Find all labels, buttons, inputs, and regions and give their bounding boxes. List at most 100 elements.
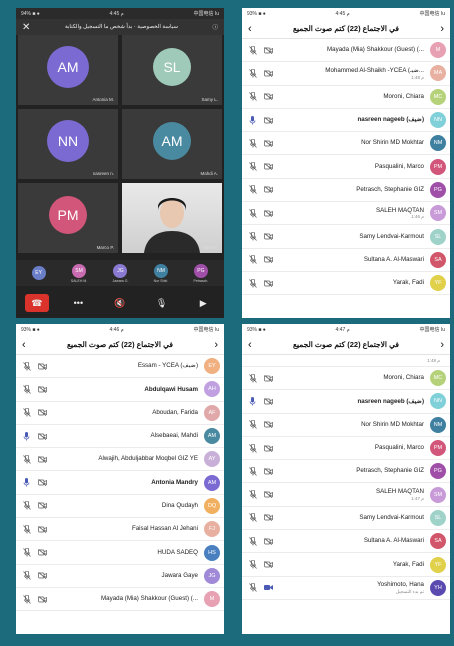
chevron-left-icon[interactable]: ‹	[22, 339, 26, 351]
video-off-icon[interactable]	[38, 409, 47, 417]
participant-row[interactable]: Essam - YCEA (ضيف) EY	[16, 355, 224, 379]
mic-muted-icon[interactable]	[22, 361, 31, 371]
mic-muted-icon[interactable]	[248, 185, 257, 195]
mic-muted-icon[interactable]	[22, 384, 31, 394]
video-icon[interactable]	[264, 584, 273, 591]
speaker-icon[interactable]: 🔇	[108, 294, 132, 312]
video-off-icon[interactable]	[264, 374, 273, 382]
mic-icon[interactable]	[22, 431, 31, 441]
mic-muted-icon[interactable]	[248, 536, 257, 546]
participant-row[interactable]: Moroni, Chiara MC	[242, 367, 450, 391]
participant-row[interactable]: Aboudan, Farida AF	[16, 402, 224, 425]
mic-muted-icon[interactable]	[248, 373, 257, 383]
participant-row[interactable]: nasreen nageeb (ضيف) NN	[242, 109, 450, 133]
participant-row[interactable]: SALEH MAQTAN 1:46 م SM	[242, 202, 450, 226]
participant-row[interactable]: Jawara Gaye JG	[16, 565, 224, 588]
video-off-icon[interactable]	[264, 93, 273, 101]
participant-row[interactable]: Nor Shirin MD Mokhtar NM	[242, 132, 450, 156]
mic-muted-icon[interactable]	[248, 278, 257, 288]
participant-row[interactable]: Yarak, Fadi YF	[242, 272, 450, 296]
mic-muted-icon[interactable]	[248, 162, 257, 171]
mic-muted-icon[interactable]	[248, 443, 257, 453]
participant-row[interactable]: Abdulqawi Husam AH	[16, 378, 224, 402]
video-off-icon[interactable]	[38, 362, 47, 370]
video-off-icon[interactable]	[264, 421, 273, 429]
strip-participant[interactable]: NM Nor Shiri.	[154, 263, 168, 283]
strip-participant[interactable]: SM SALEH M.	[71, 263, 87, 283]
video-off-icon[interactable]	[264, 397, 273, 405]
participant-row[interactable]: Petrasch, Stephanie GIZ PG	[242, 460, 450, 484]
mic-muted-icon[interactable]	[248, 208, 257, 218]
participant-row[interactable]: Pasqualini, Marco PM	[242, 437, 450, 461]
video-off-icon[interactable]	[264, 139, 273, 147]
chevron-right-icon[interactable]: ›	[440, 339, 444, 351]
video-off-icon[interactable]	[38, 525, 47, 533]
participants-title[interactable]: في الاجتماع (22) كتم صوت الجميع	[293, 340, 399, 349]
video-off-icon[interactable]	[264, 444, 273, 452]
participant-row[interactable]: Mayada (Mia) Shakkour (Guest) (... M	[242, 39, 450, 63]
participant-row[interactable]: SALEH MAQTAN 1:47 م SM	[242, 483, 450, 507]
mic-muted-icon[interactable]	[248, 68, 257, 78]
participants-title[interactable]: في الاجتماع (22) كتم صوت الجميع	[67, 340, 173, 349]
end-call-icon[interactable]: ☎	[24, 294, 49, 312]
video-off-icon[interactable]	[264, 514, 273, 522]
mic-muted-icon[interactable]	[22, 501, 31, 511]
video-off-icon[interactable]	[38, 572, 47, 580]
mic-muted-icon[interactable]	[22, 548, 31, 557]
video-off-icon[interactable]	[38, 385, 47, 393]
video-off-icon[interactable]	[264, 491, 273, 499]
chevron-left-icon[interactable]: ‹	[248, 23, 252, 35]
mic-muted-icon[interactable]	[248, 255, 257, 265]
mic-icon[interactable]	[22, 478, 31, 487]
video-off-icon[interactable]	[264, 163, 273, 171]
video-tile[interactable]: SL Samy L.	[122, 35, 222, 105]
mic-muted-icon[interactable]	[22, 408, 31, 417]
video-off-icon[interactable]	[38, 479, 47, 487]
video-off-icon[interactable]	[264, 209, 273, 217]
mic-muted-icon[interactable]	[22, 571, 31, 581]
video-off-icon[interactable]	[38, 455, 47, 463]
video-icon[interactable]: ▶	[191, 294, 215, 312]
strip-participant[interactable]: PG Petrasch.	[194, 263, 208, 283]
participant-row[interactable]: Moroni, Chiara MC	[242, 86, 450, 109]
video-off-icon[interactable]	[264, 537, 273, 545]
close-icon[interactable]: ✕	[22, 22, 30, 33]
video-off-icon[interactable]	[38, 549, 47, 556]
participant-row[interactable]: Samy Lendvai-Karmout SL	[242, 507, 450, 531]
participant-row[interactable]: Samy Lendvai-Karmout SL	[242, 225, 450, 249]
mic-muted-icon[interactable]	[248, 513, 257, 523]
video-off-icon[interactable]	[264, 186, 273, 194]
mic-muted-icon[interactable]	[248, 138, 257, 148]
video-off-icon[interactable]	[264, 279, 273, 287]
participant-row[interactable]: Antonia Mandry AM	[16, 471, 224, 495]
chevron-right-icon[interactable]: ›	[214, 339, 218, 351]
participant-row[interactable]: HUDA SADEQ HS	[16, 541, 224, 565]
strip-participant[interactable]: EY	[31, 265, 46, 281]
banner-text[interactable]: سياسة الخصوصية · بدأ شخص ما التسجيل والك…	[65, 24, 178, 30]
more-icon[interactable]: •••	[66, 294, 90, 312]
strip-participant[interactable]: JG Jawara G.	[112, 263, 128, 283]
mic-muted-icon[interactable]	[248, 45, 257, 55]
video-off-icon[interactable]	[38, 595, 47, 603]
participant-row[interactable]: Dina Qudayh DQ	[16, 495, 224, 519]
participant-row[interactable]: Alsebaeai, Mahdi AM	[16, 425, 224, 449]
video-off-icon[interactable]	[264, 561, 273, 568]
mic-muted-icon[interactable]	[248, 583, 257, 593]
mic-icon[interactable]	[248, 115, 257, 125]
video-tile[interactable]: AM Antonia M.	[18, 35, 118, 105]
mic-muted-icon[interactable]	[248, 420, 257, 429]
mic-muted-icon[interactable]	[22, 524, 31, 534]
mic-muted-icon[interactable]	[248, 92, 257, 101]
video-tile[interactable]: PM Marco P.	[18, 183, 118, 253]
chevron-right-icon[interactable]: ›	[440, 23, 444, 35]
mic-muted-icon[interactable]	[248, 466, 257, 476]
mic-muted-icon[interactable]	[22, 594, 31, 604]
info-icon[interactable]: ⓘ	[212, 23, 218, 31]
video-off-icon[interactable]	[264, 467, 273, 475]
participant-row[interactable]: Mayada (Mia) Shakkour (Guest) (... M	[16, 588, 224, 612]
participants-title[interactable]: في الاجتماع (22) كتم صوت الجميع	[293, 24, 399, 33]
video-off-icon[interactable]	[38, 432, 47, 440]
participant-row[interactable]: Pasqualini, Marco PM	[242, 155, 450, 179]
video-tile[interactable]: Hana Y.	[122, 183, 222, 253]
participant-row[interactable]: Alwajih, Abduljabbar Moqbel GIZ YE AY	[16, 448, 224, 472]
